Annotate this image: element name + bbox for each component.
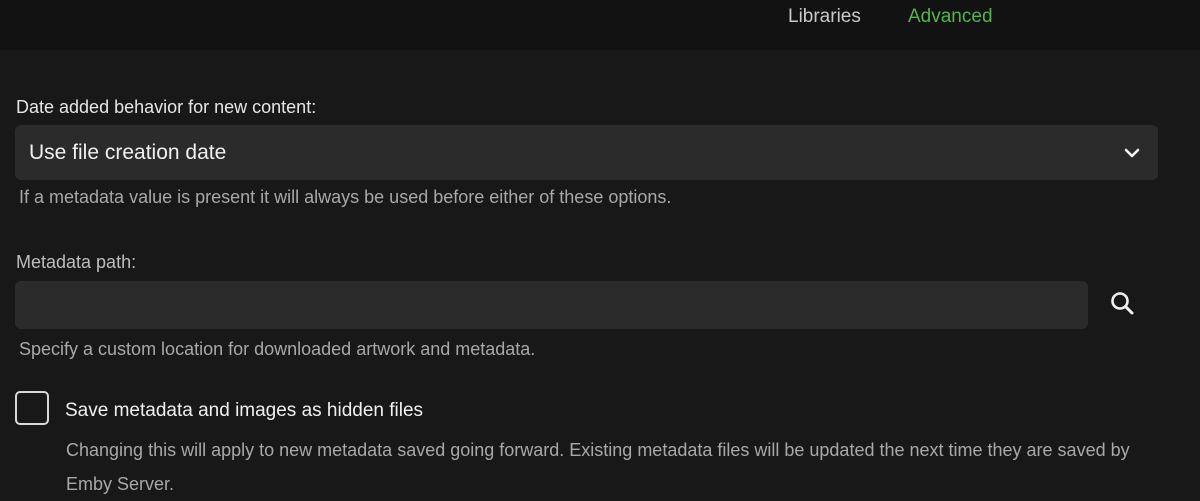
search-icon: [1111, 292, 1134, 315]
date-added-select[interactable]: Use file creation date: [15, 125, 1158, 180]
tab-libraries[interactable]: Libraries: [788, 6, 861, 28]
hidden-files-checkbox[interactable]: [15, 391, 49, 425]
date-added-selected-value: Use file creation date: [29, 141, 227, 164]
metadata-path-browse-button[interactable]: [1103, 285, 1143, 325]
date-added-help-text: If a metadata value is present it will a…: [19, 187, 672, 207]
tab-advanced[interactable]: Advanced: [908, 6, 993, 28]
metadata-path-input[interactable]: [15, 281, 1088, 329]
chevron-down-icon: [1124, 148, 1140, 158]
hidden-files-help-text: Changing this will apply to new metadata…: [66, 440, 1130, 494]
top-tab-bar: Libraries Advanced: [0, 0, 1200, 50]
date-added-label: Date added behavior for new content:: [16, 97, 317, 117]
hidden-files-label[interactable]: Save metadata and images as hidden files: [65, 400, 423, 422]
metadata-path-label: Metadata path:: [16, 252, 137, 272]
metadata-path-help-text: Specify a custom location for downloaded…: [19, 339, 536, 359]
